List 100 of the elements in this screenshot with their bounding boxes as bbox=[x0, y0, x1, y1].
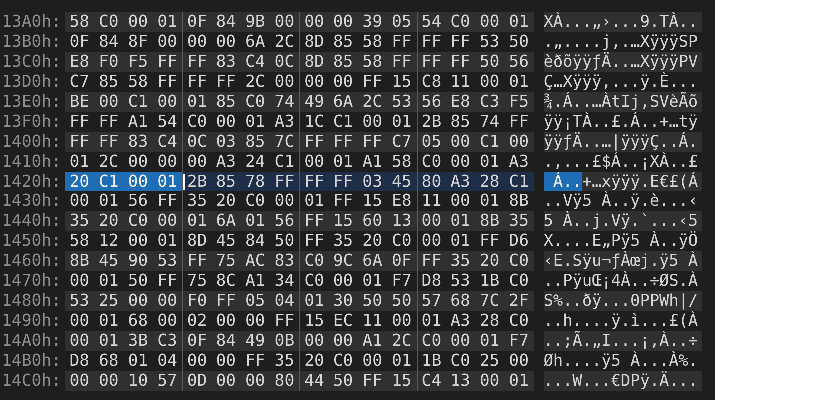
hex-byte[interactable]: A3 bbox=[446, 172, 476, 192]
hex-byte[interactable]: FF bbox=[65, 132, 94, 152]
hex-byte[interactable]: 85 bbox=[446, 112, 476, 132]
hex-byte[interactable]: 00 bbox=[124, 12, 153, 32]
hex-byte[interactable]: FF bbox=[299, 211, 329, 232]
hex-byte[interactable]: FF bbox=[358, 72, 388, 92]
hex-byte[interactable]: 50 bbox=[270, 231, 300, 252]
hex-byte[interactable]: 56 bbox=[416, 92, 446, 112]
hex-byte[interactable]: 85 bbox=[328, 52, 358, 72]
hex-byte[interactable]: 57 bbox=[152, 370, 182, 391]
hex-byte[interactable]: F7 bbox=[387, 271, 417, 292]
hex-byte[interactable]: 20 bbox=[211, 191, 241, 212]
hex-byte[interactable]: 00 bbox=[328, 72, 358, 92]
hex-byte[interactable]: 8B bbox=[504, 191, 534, 212]
hex-byte[interactable]: 30 bbox=[328, 291, 358, 312]
hex-byte[interactable]: 50 bbox=[475, 52, 504, 72]
hex-byte[interactable]: 01 bbox=[65, 152, 94, 172]
hex-byte[interactable]: 00 bbox=[504, 132, 534, 152]
hex-byte[interactable]: C3 bbox=[475, 92, 504, 112]
hex-byte[interactable]: 49 bbox=[240, 331, 270, 351]
hex-byte[interactable]: 00 bbox=[446, 152, 476, 172]
hex-byte[interactable]: 00 bbox=[475, 72, 504, 92]
hex-byte[interactable]: 00 bbox=[211, 350, 241, 371]
hex-byte[interactable]: C7 bbox=[387, 132, 417, 152]
hex-byte[interactable]: A3 bbox=[504, 152, 534, 172]
hex-byte[interactable]: 8C bbox=[211, 271, 241, 292]
hex-byte[interactable]: 00 bbox=[152, 152, 182, 172]
hex-byte[interactable]: 56 bbox=[504, 52, 534, 72]
hex-byte[interactable]: 90 bbox=[124, 251, 153, 272]
hex-byte[interactable]: A1 bbox=[358, 331, 388, 351]
hex-byte[interactable]: F5 bbox=[504, 92, 534, 112]
hex-byte[interactable]: 11 bbox=[358, 311, 388, 331]
hex-byte[interactable]: 28 bbox=[475, 172, 504, 192]
hex-byte[interactable]: 00 bbox=[328, 331, 358, 351]
hex-byte[interactable]: 58 bbox=[65, 231, 94, 252]
hex-byte[interactable]: C0 bbox=[240, 191, 270, 212]
hex-byte[interactable]: C0 bbox=[504, 311, 534, 331]
hex-byte[interactable]: 01 bbox=[94, 311, 124, 331]
hex-byte[interactable]: 00 bbox=[299, 331, 329, 351]
hex-byte[interactable]: 58 bbox=[387, 152, 417, 172]
hex-byte[interactable]: 0F bbox=[182, 12, 212, 32]
hex-byte[interactable]: 20 bbox=[475, 251, 504, 272]
hex-byte[interactable]: A1 bbox=[240, 271, 270, 292]
hex-byte[interactable]: 00 bbox=[65, 370, 94, 391]
hex-byte[interactable]: FF bbox=[152, 72, 182, 92]
hex-byte[interactable]: C3 bbox=[152, 331, 182, 351]
hex-byte[interactable]: 01 bbox=[504, 72, 534, 92]
hex-byte[interactable]: 9C bbox=[328, 251, 358, 272]
hex-byte[interactable]: C0 bbox=[387, 231, 417, 252]
hex-byte[interactable]: 45 bbox=[94, 251, 124, 272]
hex-byte[interactable]: 25 bbox=[475, 350, 504, 371]
hex-byte[interactable]: 35 bbox=[504, 211, 534, 232]
hex-byte[interactable]: 0B bbox=[270, 331, 300, 351]
hex-byte[interactable]: 03 bbox=[211, 132, 241, 152]
hex-byte[interactable]: 00 bbox=[387, 311, 417, 331]
ascii-selection[interactable]: Á.. bbox=[544, 172, 582, 192]
hex-byte[interactable]: 84 bbox=[240, 231, 270, 252]
hex-byte[interactable]: 6A bbox=[211, 211, 241, 232]
hex-byte[interactable]: 25 bbox=[94, 291, 124, 312]
hex-byte[interactable]: 01 bbox=[387, 350, 417, 371]
hex-byte[interactable]: FF bbox=[446, 32, 476, 52]
hex-byte[interactable]: 53 bbox=[387, 92, 417, 112]
hex-byte[interactable]: C1 bbox=[328, 112, 358, 132]
hex-byte[interactable]: C0 bbox=[446, 350, 476, 371]
hex-byte[interactable]: 68 bbox=[94, 350, 124, 371]
hex-byte[interactable]: 49 bbox=[299, 92, 329, 112]
hex-byte[interactable]: A1 bbox=[124, 112, 153, 132]
hex-byte[interactable]: C0 bbox=[299, 251, 329, 272]
hex-byte[interactable]: 54 bbox=[416, 12, 446, 32]
hex-byte[interactable]: 2B bbox=[182, 172, 212, 192]
hex-byte[interactable]: 01 bbox=[182, 211, 212, 232]
hex-byte[interactable]: FF bbox=[475, 231, 504, 252]
hex-byte[interactable]: 05 bbox=[416, 132, 446, 152]
hex-byte[interactable]: 00 bbox=[152, 311, 182, 331]
hex-byte[interactable]: C1 bbox=[504, 172, 534, 192]
hex-byte[interactable]: 00 bbox=[211, 32, 241, 52]
hex-byte[interactable]: C0 bbox=[94, 12, 124, 32]
hex-byte[interactable]: FF bbox=[328, 172, 358, 192]
hex-byte[interactable]: 00 bbox=[240, 311, 270, 331]
hex-byte[interactable]: 00 bbox=[152, 92, 182, 112]
hex-byte[interactable]: 00 bbox=[94, 370, 124, 391]
hex-byte[interactable]: C7 bbox=[65, 72, 94, 92]
hex-byte[interactable]: 00 bbox=[240, 370, 270, 391]
hex-byte[interactable]: 74 bbox=[270, 92, 300, 112]
hex-byte[interactable]: C0 bbox=[124, 211, 153, 232]
hex-byte[interactable]: 7C bbox=[475, 291, 504, 312]
hex-byte[interactable]: 2C bbox=[387, 331, 417, 351]
hex-byte[interactable]: 01 bbox=[182, 92, 212, 112]
hex-byte[interactable]: 01 bbox=[94, 331, 124, 351]
hex-byte[interactable]: 00 bbox=[211, 112, 241, 132]
hex-byte[interactable]: 45 bbox=[387, 172, 417, 192]
hex-byte[interactable]: 00 bbox=[446, 191, 476, 212]
hex-byte[interactable]: 00 bbox=[299, 12, 329, 32]
hex-byte[interactable]: A3 bbox=[446, 311, 476, 331]
hex-byte[interactable]: 50 bbox=[124, 271, 153, 292]
hex-byte[interactable]: 85 bbox=[94, 72, 124, 92]
hex-byte[interactable]: 83 bbox=[124, 132, 153, 152]
hex-byte[interactable]: 00 bbox=[124, 172, 153, 192]
hex-byte[interactable]: 01 bbox=[475, 152, 504, 172]
hex-byte[interactable]: F7 bbox=[504, 331, 534, 351]
